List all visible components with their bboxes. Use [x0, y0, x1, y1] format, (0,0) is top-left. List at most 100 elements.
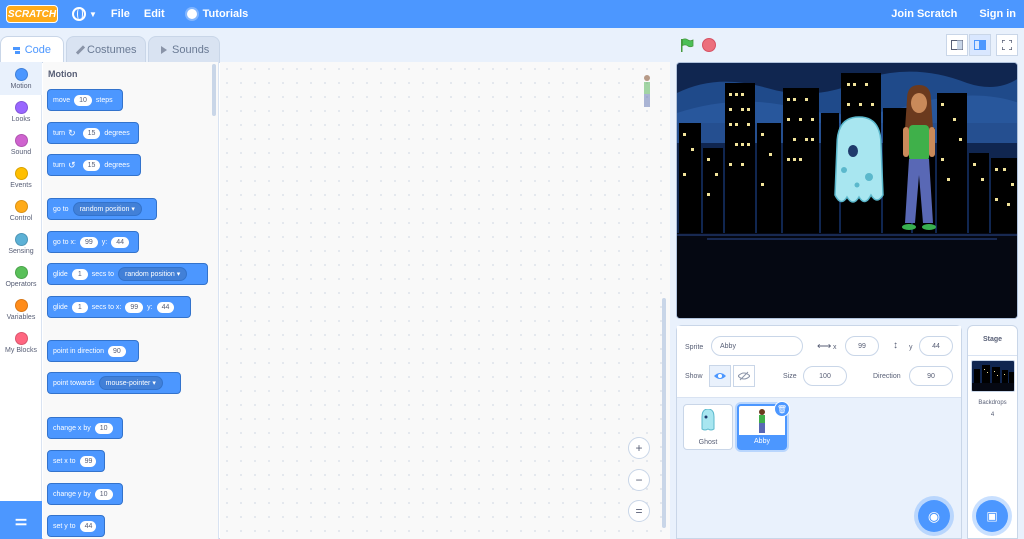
show-visible-button[interactable]: [709, 365, 731, 387]
tutorials-label: Tutorials: [202, 8, 249, 20]
category-label: Sensing: [8, 247, 34, 255]
category-control[interactable]: Control: [0, 194, 42, 227]
category-events[interactable]: Events: [0, 161, 42, 194]
move-steps-block[interactable]: move 10 steps: [47, 89, 123, 111]
block-input[interactable]: 10: [74, 94, 92, 106]
block-input[interactable]: 10: [94, 422, 113, 434]
stage-canvas[interactable]: [676, 62, 1018, 319]
lightbulb-icon: [186, 9, 197, 19]
x-position-field[interactable]: 99: [845, 336, 879, 356]
block-input[interactable]: 99: [79, 455, 96, 467]
add-extension-button[interactable]: ⚌: [0, 501, 42, 539]
y-arrows-icon: ↕: [893, 340, 898, 351]
block-input[interactable]: 99: [125, 301, 144, 313]
category-variables[interactable]: Variables: [0, 293, 42, 326]
size-field[interactable]: 100: [803, 366, 847, 386]
go-to-dropdown[interactable]: random position ▾: [72, 202, 142, 216]
ghost-sprite[interactable]: [829, 115, 887, 207]
block-text: move: [53, 96, 71, 104]
zoom-in-button[interactable]: +: [628, 437, 650, 459]
tab-sounds-label: Sounds: [172, 43, 210, 56]
block-text: go to: [53, 205, 69, 213]
go-to-xy-block[interactable]: go to x: 99 y: 44: [47, 231, 139, 253]
backdrops-count: 4: [990, 412, 995, 418]
category-my-blocks[interactable]: My Blocks: [0, 326, 42, 359]
zoom-out-button[interactable]: −: [628, 469, 650, 491]
abby-sprite[interactable]: [899, 85, 941, 233]
scratch-logo[interactable]: SCRATCH: [6, 5, 58, 23]
go-to-block[interactable]: go to random position ▾: [47, 198, 157, 220]
file-menu[interactable]: File: [111, 8, 130, 20]
block-text: secs to: [91, 270, 114, 278]
block-input[interactable]: 1: [71, 301, 88, 313]
block-text: set x to: [53, 457, 76, 465]
code-icon: [13, 44, 20, 55]
sprite-name-field[interactable]: Abby: [711, 336, 803, 356]
choose-sprite-button[interactable]: ◉: [918, 500, 950, 532]
sprite-tile-abby[interactable]: Abby 🗑: [737, 401, 790, 450]
category-sensing[interactable]: Sensing: [0, 227, 42, 260]
tutorials-menu[interactable]: Tutorials: [186, 8, 249, 20]
sign-in-link[interactable]: Sign in: [979, 8, 1016, 20]
fullscreen-button[interactable]: [996, 34, 1018, 56]
block-input[interactable]: 1: [71, 268, 88, 280]
block-input[interactable]: 44: [156, 301, 175, 313]
block-text: glide: [53, 270, 68, 278]
block-input[interactable]: 44: [111, 236, 130, 248]
language-menu[interactable]: ▼: [72, 7, 97, 21]
edit-menu[interactable]: Edit: [144, 8, 165, 20]
block-input[interactable]: 15: [82, 159, 101, 171]
category-sound[interactable]: Sound: [0, 128, 42, 161]
block-text: turn: [53, 129, 66, 137]
glide-xy-block[interactable]: glide 1 secs to x: 99 y: 44: [47, 296, 191, 318]
sprite-tile-ghost[interactable]: Ghost: [683, 404, 733, 450]
glide-block[interactable]: glide 1 secs to random position ▾: [47, 263, 208, 285]
stage-title: Stage: [968, 326, 1017, 356]
zoom-reset-button[interactable]: =: [628, 500, 650, 522]
block-text: set y to: [53, 522, 76, 530]
block-input[interactable]: 10: [94, 488, 113, 500]
set-x-block[interactable]: set x to 99: [47, 450, 105, 472]
palette-scrollbar[interactable]: [212, 64, 216, 116]
category-dot: [14, 199, 28, 213]
turn-left-block[interactable]: turn ↺ 15 degrees: [47, 154, 141, 176]
fullscreen-icon: [1002, 40, 1012, 50]
category-looks[interactable]: Looks: [0, 95, 42, 128]
category-operators[interactable]: Operators: [0, 260, 42, 293]
glide-dropdown[interactable]: random position ▾: [117, 267, 188, 281]
y-position-field[interactable]: 44: [919, 336, 953, 356]
delete-sprite-button[interactable]: 🗑: [774, 401, 790, 417]
category-motion[interactable]: Motion: [0, 62, 42, 95]
point-in-direction-block[interactable]: point in direction 90: [47, 340, 139, 362]
change-y-block[interactable]: change y by 10: [47, 483, 123, 505]
point-towards-dropdown[interactable]: mouse-pointer ▾: [98, 376, 163, 390]
join-scratch-link[interactable]: Join Scratch: [891, 8, 957, 20]
block-input[interactable]: 44: [79, 520, 96, 532]
sprite-watermark-icon: [644, 75, 650, 107]
small-stage-button[interactable]: [946, 34, 968, 56]
set-y-block[interactable]: set y to 44: [47, 515, 105, 537]
direction-field[interactable]: 90: [909, 366, 953, 386]
block-input[interactable]: 15: [82, 127, 101, 139]
stop-button[interactable]: [702, 38, 716, 52]
green-flag-icon[interactable]: [680, 38, 694, 52]
tab-costumes[interactable]: Costumes: [66, 36, 146, 62]
script-scrollbar[interactable]: [662, 298, 666, 528]
show-hidden-button[interactable]: [733, 365, 755, 387]
tab-sounds[interactable]: Sounds: [148, 36, 220, 62]
caret-down-icon: ▼: [89, 9, 97, 19]
script-area[interactable]: + − =: [220, 62, 670, 539]
block-input[interactable]: 99: [79, 236, 98, 248]
point-towards-block[interactable]: point towards mouse-pointer ▾: [47, 372, 181, 394]
category-label: Control: [9, 214, 33, 222]
turn-right-block[interactable]: turn ↻ 15 degrees: [47, 122, 139, 144]
tab-code[interactable]: Code: [0, 36, 64, 62]
block-input[interactable]: 90: [107, 345, 126, 357]
stage-selector[interactable]: Stage Backdrops 4 ▣: [967, 325, 1018, 539]
large-stage-button[interactable]: [969, 34, 991, 56]
zoom-reset-icon: =: [635, 504, 643, 518]
block-text: point in direction: [53, 347, 104, 355]
change-x-block[interactable]: change x by 10: [47, 417, 123, 439]
choose-backdrop-button[interactable]: ▣: [976, 500, 1008, 532]
block-text: change y by: [53, 490, 91, 498]
